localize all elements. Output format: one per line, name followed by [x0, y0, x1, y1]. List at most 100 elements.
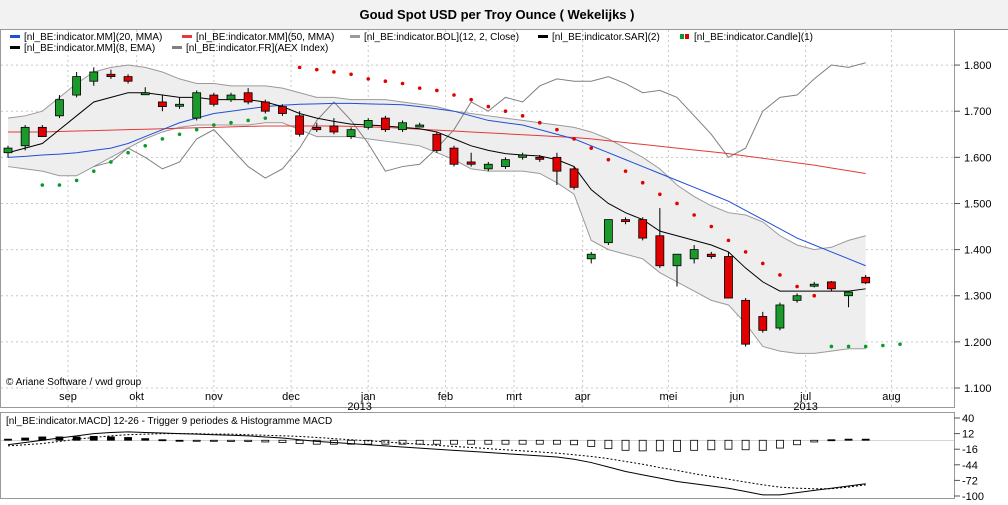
- candle-up: [89, 71, 99, 82]
- macd-histogram-bar: [141, 438, 150, 441]
- candle-up: [363, 120, 373, 128]
- x-year-label: 2013: [793, 401, 817, 413]
- sar-dot: [383, 79, 388, 84]
- candle-down: [209, 94, 219, 105]
- macd-y-tick-label: 12: [962, 429, 974, 441]
- macd-histogram-bar: [535, 439, 544, 445]
- x-year-label: 2013: [347, 401, 371, 413]
- legend-label: [nl_BE:indicator.BOL](12, 2, Close): [364, 32, 519, 43]
- candle-up: [844, 291, 853, 297]
- candle-up: [3, 147, 13, 154]
- legend-label: [nl_BE:indicator.FR](AEX Index): [186, 43, 328, 54]
- macd-histogram-bar: [175, 439, 184, 442]
- candle-down: [741, 299, 751, 345]
- sar-dot: [366, 77, 371, 81]
- macd-y-tick-label: -100: [962, 491, 984, 500]
- candle-down: [329, 125, 339, 133]
- sar-dot: [760, 261, 765, 266]
- x-tick-label: feb: [438, 391, 453, 403]
- sar-dot: [126, 150, 130, 155]
- sar-dot: [57, 183, 62, 187]
- candle-down: [278, 106, 287, 114]
- y-tick-label: 1.800: [964, 60, 992, 72]
- sar-dot: [795, 284, 799, 289]
- legend-swatch: [172, 46, 182, 49]
- sar-dot: [263, 116, 268, 120]
- candle-down: [312, 126, 322, 131]
- macd-y-tick-label: -72: [962, 475, 978, 487]
- macd-histogram-bar: [21, 437, 30, 441]
- legend-label: [nl_BE:indicator.SAR](2): [552, 32, 660, 43]
- candle-up: [226, 94, 236, 101]
- candle-up: [689, 249, 699, 260]
- chart-svg: Goud Spot USD per Troy Ounce ( Wekelijks…: [0, 0, 1008, 503]
- macd-histogram-bar: [793, 439, 801, 446]
- sar-dot: [829, 344, 834, 349]
- candle-up: [792, 295, 802, 301]
- candle-down: [106, 73, 116, 78]
- sar-dot: [709, 224, 714, 229]
- sar-dot: [881, 343, 885, 348]
- y-tick-label: 1.600: [964, 152, 992, 164]
- sar-dot: [349, 72, 353, 77]
- macd-histogram-bar: [227, 439, 235, 442]
- macd-y-tick-label: 40: [962, 413, 974, 425]
- sar-dot: [40, 183, 45, 187]
- candle-down: [380, 117, 390, 131]
- candle-up: [415, 124, 425, 128]
- macd-histogram-bar: [72, 436, 81, 441]
- candle-up: [586, 253, 596, 260]
- sar-dot: [469, 97, 473, 102]
- candle-up: [518, 154, 528, 158]
- sar-dot: [435, 88, 439, 93]
- sar-dot: [743, 250, 748, 254]
- y-tick-label: 1.100: [964, 383, 992, 395]
- candle-down: [535, 156, 545, 160]
- macd-histogram-bar: [501, 439, 510, 445]
- legend-label: [nl_BE:indicator.Candle](1): [694, 32, 813, 43]
- macd-histogram-bar: [553, 439, 561, 445]
- sar-dot: [537, 120, 542, 125]
- macd-histogram-bar: [295, 439, 304, 445]
- sar-dot: [846, 344, 851, 349]
- sar-dot: [692, 213, 696, 217]
- macd-histogram-bar: [741, 439, 750, 451]
- macd-histogram-bar: [844, 438, 853, 441]
- macd-histogram-bar: [758, 439, 767, 451]
- macd-histogram-bar: [861, 438, 870, 441]
- sar-dot: [726, 238, 731, 243]
- candle-up: [140, 92, 150, 96]
- sar-dot: [863, 344, 868, 349]
- candle-down: [758, 316, 768, 331]
- legend-swatch: [10, 35, 20, 38]
- macd-histogram-bar: [518, 439, 527, 445]
- legend-swatch: [350, 35, 360, 38]
- sar-dot: [143, 144, 148, 148]
- sar-dot: [74, 178, 79, 183]
- macd-histogram-bar: [432, 439, 441, 445]
- chart-title: Goud Spot USD per Troy Ounce ( Wekelijks…: [360, 7, 635, 22]
- candle-down: [826, 281, 836, 290]
- sar-dot: [297, 65, 302, 70]
- sar-dot: [177, 132, 182, 137]
- candle-up: [192, 92, 202, 119]
- sar-dot: [555, 127, 559, 132]
- x-tick-label: okt: [129, 391, 144, 403]
- candle-down: [449, 147, 459, 165]
- macd-histogram-bar: [107, 436, 115, 441]
- candle-down: [724, 256, 733, 299]
- sar-dot: [314, 67, 319, 72]
- sar-dot: [246, 118, 250, 123]
- x-tick-label: apr: [575, 391, 591, 403]
- candle-up: [603, 219, 613, 244]
- x-tick-label: aug: [882, 391, 900, 403]
- x-tick-label: nov: [205, 391, 223, 403]
- macd-histogram-bar: [244, 439, 253, 442]
- macd-histogram-bar: [209, 439, 218, 442]
- macd-histogram-bar: [707, 439, 716, 451]
- sar-dot: [91, 169, 96, 173]
- legend-swatch: [182, 35, 192, 38]
- macd-histogram-bar: [415, 439, 424, 445]
- legend-label: [nl_BE:indicator.MM](20, MMA): [24, 32, 162, 43]
- macd-histogram-bar: [673, 439, 681, 452]
